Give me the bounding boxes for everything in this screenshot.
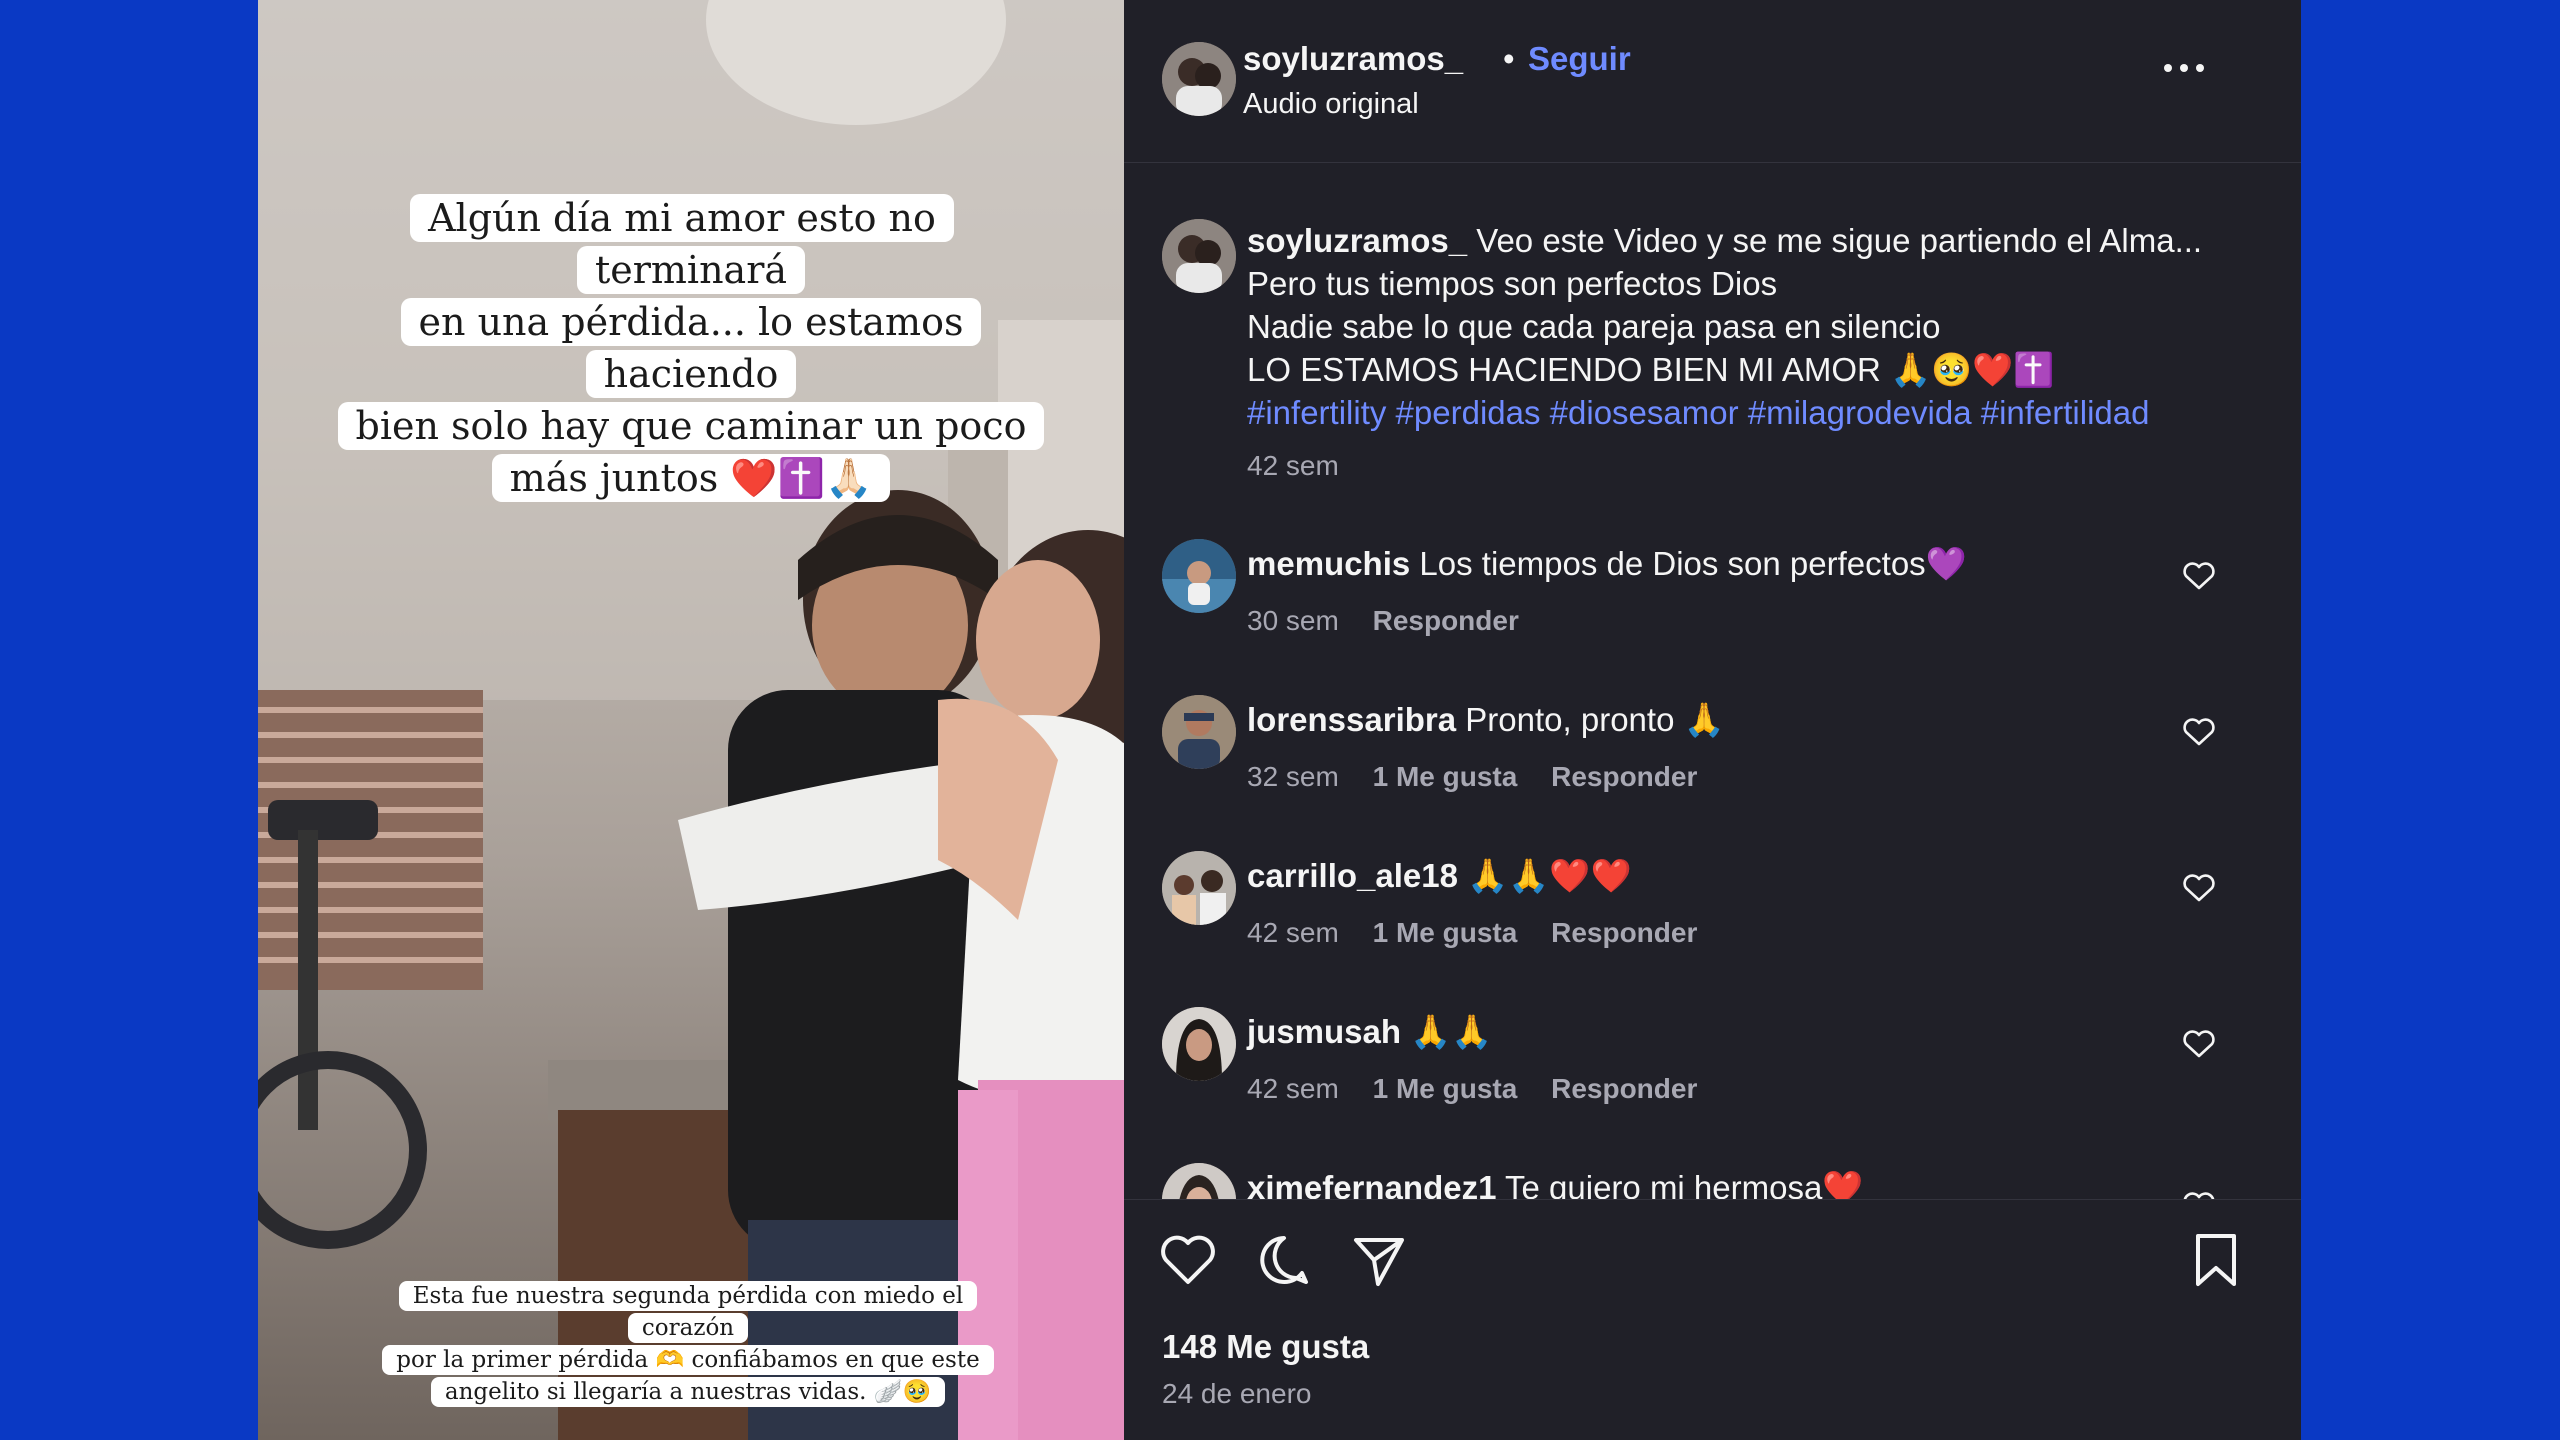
follow-button[interactable]: Seguir: [1528, 40, 1631, 78]
comment-body: Los tiempos de Dios son perfectos💜: [1419, 545, 1967, 582]
comment-text: lorenssaribra Pronto, pronto 🙏: [1247, 701, 1725, 740]
comment-body: Pronto, pronto 🙏: [1465, 701, 1725, 738]
caption-line: Pero tus tiempos son perfectos Dios: [1247, 265, 1778, 302]
comment-body: 🙏🙏❤️❤️: [1467, 857, 1632, 894]
comment-body: Te quiero mi hermosa❤️: [1505, 1169, 1864, 1199]
more-options-icon[interactable]: [2164, 52, 2204, 82]
comment-like-heart-icon[interactable]: [2182, 717, 2216, 747]
comment-meta: 30 sem Responder: [1247, 605, 1545, 637]
post-side-panel: soyluzramos_ • Seguir Audio original soy…: [1124, 0, 2301, 1440]
caption-line: Veo este Video y se me sigue partiendo e…: [1476, 222, 2203, 259]
comment-time: 30 sem: [1247, 605, 1339, 636]
post-video[interactable]: Algún día mi amor esto no terminará en u…: [258, 0, 1124, 1440]
reply-button[interactable]: Responder: [1551, 1073, 1697, 1104]
separator-dot: •: [1503, 40, 1515, 77]
comment-username[interactable]: carrillo_ale18: [1247, 857, 1458, 894]
comment-item: lorenssaribra Pronto, pronto 🙏 32 sem 1 …: [1124, 695, 2301, 835]
comment-text: memuchis Los tiempos de Dios son perfect…: [1247, 545, 1967, 584]
bottom-caption-line: por la primer pérdida 🫶 confiábamos en q…: [382, 1345, 994, 1375]
comment-like-heart-icon[interactable]: [2182, 1191, 2216, 1199]
comments-list[interactable]: soyluzramos_ Veo este Video y se me sigu…: [1124, 163, 2301, 1199]
comment-username[interactable]: jusmusah: [1247, 1013, 1401, 1050]
avatar[interactable]: [1162, 219, 1236, 293]
comment-text: jusmusah 🙏🙏: [1247, 1013, 1492, 1052]
comment-username[interactable]: ximefernandez1: [1247, 1169, 1496, 1199]
avatar[interactable]: [1162, 695, 1236, 769]
reply-button[interactable]: Responder: [1551, 917, 1697, 948]
reply-button[interactable]: Responder: [1373, 605, 1519, 636]
avatar[interactable]: [1162, 539, 1236, 613]
comment-time: 42 sem: [1247, 917, 1339, 948]
likes-count[interactable]: 148 Me gusta: [1162, 1328, 1369, 1366]
caption-hashtags[interactable]: #infertility #perdidas #diosesamor #mila…: [1247, 394, 2150, 431]
comment-like-heart-icon[interactable]: [2182, 1029, 2216, 1059]
post-author-username[interactable]: soyluzramos_: [1243, 40, 1463, 78]
comment-like-heart-icon[interactable]: [2182, 561, 2216, 591]
comment-icon[interactable]: [1254, 1230, 1314, 1290]
caption-line: Nadie sabe lo que cada pareja pasa en si…: [1247, 308, 1941, 345]
comment-meta: 42 sem 1 Me gusta Responder: [1247, 917, 1723, 949]
comment-likes[interactable]: 1 Me gusta: [1373, 917, 1518, 948]
avatar[interactable]: [1162, 42, 1236, 116]
comment-text: carrillo_ale18 🙏🙏❤️❤️: [1247, 857, 1632, 896]
comment-meta: 42 sem 1 Me gusta Responder: [1247, 1073, 1723, 1105]
avatar[interactable]: [1162, 1163, 1236, 1199]
comment-item: jusmusah 🙏🙏 42 sem 1 Me gusta Responder: [1124, 1007, 2301, 1147]
top-caption-line: más juntos ❤️✝️🙏🏻: [491, 454, 891, 502]
audio-link[interactable]: Audio original: [1243, 88, 1419, 121]
share-icon[interactable]: [1348, 1230, 1408, 1290]
comment-item: memuchis Los tiempos de Dios son perfect…: [1124, 539, 2301, 679]
comment-time: 32 sem: [1247, 761, 1339, 792]
reply-button[interactable]: Responder: [1551, 761, 1697, 792]
comment-username[interactable]: lorenssaribra: [1247, 701, 1456, 738]
comment-like-heart-icon[interactable]: [2182, 873, 2216, 903]
heart-icon[interactable]: [1158, 1230, 1218, 1290]
post-date: 24 de enero: [1162, 1378, 1312, 1409]
comment-username[interactable]: memuchis: [1247, 545, 1410, 582]
comment-time: 42 sem: [1247, 1073, 1339, 1104]
post-dialog: Algún día mi amor esto no terminará en u…: [258, 0, 2301, 1440]
caption-time: 42 sem: [1247, 450, 1339, 481]
post-actions-bar: 148 Me gusta 24 de enero: [1124, 1199, 2301, 1440]
avatar[interactable]: [1162, 851, 1236, 925]
bookmark-icon[interactable]: [2186, 1230, 2246, 1290]
comment-item: ximefernandez1 Te quiero mi hermosa❤️: [1124, 1163, 2301, 1199]
comment-body: 🙏🙏: [1410, 1013, 1493, 1050]
video-bottom-caption: Esta fue nuestra segunda pérdida con mie…: [358, 1280, 1018, 1408]
comment-item: carrillo_ale18 🙏🙏❤️❤️ 42 sem 1 Me gusta …: [1124, 851, 2301, 991]
avatar[interactable]: [1162, 1007, 1236, 1081]
bottom-caption-line: Esta fue nuestra segunda pérdida con mie…: [398, 1281, 978, 1343]
caption-username[interactable]: soyluzramos_: [1247, 222, 1467, 259]
post-header: soyluzramos_ • Seguir Audio original: [1124, 0, 2301, 163]
video-top-caption: Algún día mi amor esto no terminará en u…: [326, 192, 1056, 504]
comment-likes[interactable]: 1 Me gusta: [1373, 1073, 1518, 1104]
comment-meta: 32 sem 1 Me gusta Responder: [1247, 761, 1723, 793]
top-caption-line: en una pérdida... lo estamos haciendo: [400, 298, 982, 398]
post-caption: soyluzramos_ Veo este Video y se me sigu…: [1247, 219, 2267, 434]
top-caption-line: bien solo hay que caminar un poco: [337, 402, 1045, 450]
bottom-caption-line: angelito si llegaría a nuestras vidas. 🪽…: [430, 1377, 946, 1407]
caption-line: LO ESTAMOS HACIENDO BIEN MI AMOR 🙏🥹❤️✝️: [1247, 351, 2055, 388]
top-caption-line: Algún día mi amor esto no terminará: [410, 194, 954, 294]
comment-text: ximefernandez1 Te quiero mi hermosa❤️: [1247, 1169, 1863, 1199]
comment-likes[interactable]: 1 Me gusta: [1373, 761, 1518, 792]
